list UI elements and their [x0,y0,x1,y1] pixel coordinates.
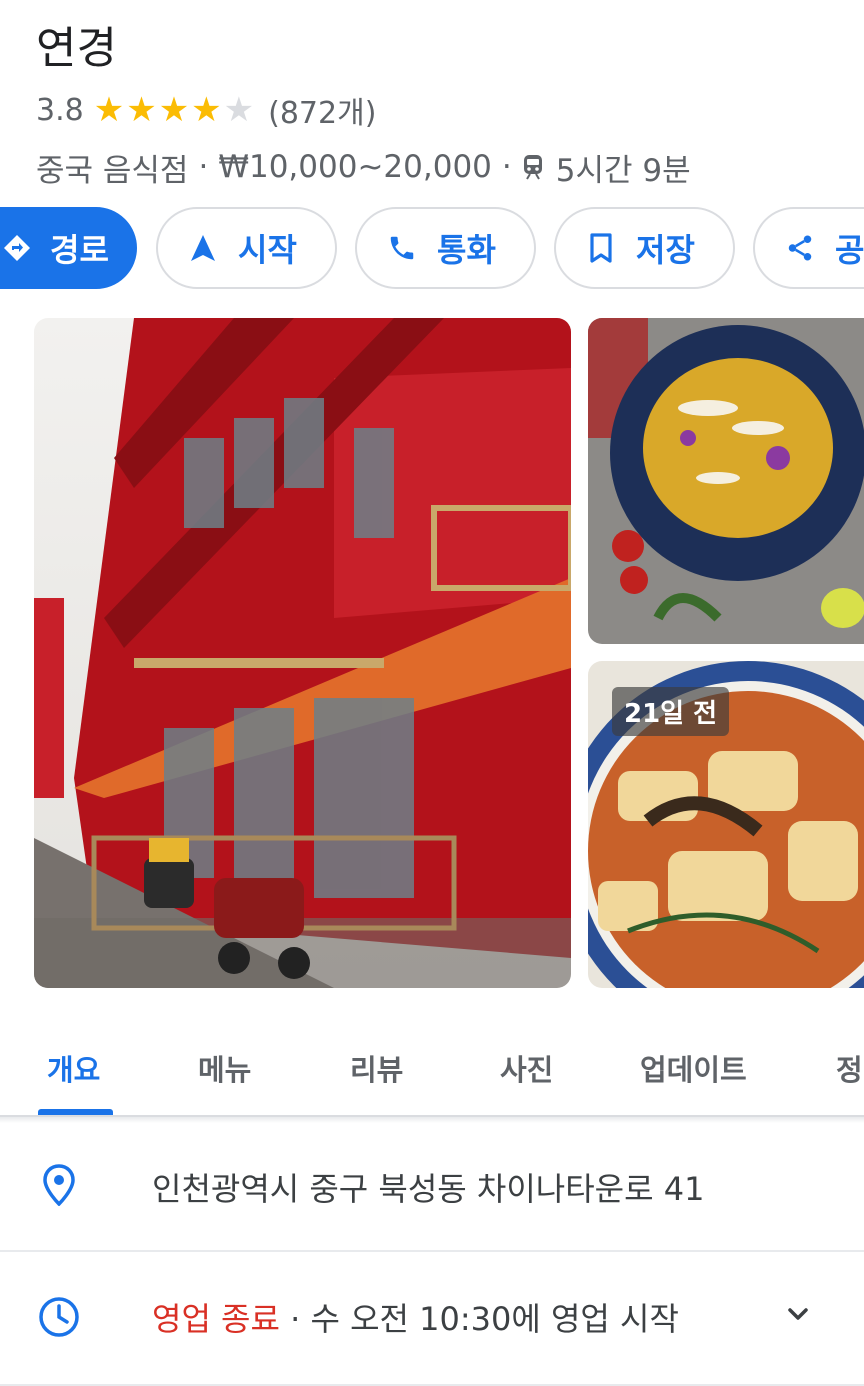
tab-bar: 개요 메뉴 리뷰 사진 업데이트 정 [0,1020,864,1116]
tab-updates[interactable]: 업데이트 [640,1020,747,1116]
separator-dot: · [198,149,209,185]
share-icon [783,231,817,265]
tab-reviews[interactable]: 리뷰 [350,1020,403,1116]
clock-icon [38,1296,80,1338]
star-filled-icon: ★ [126,90,157,130]
tab-menu[interactable]: 메뉴 [198,1020,251,1116]
hours-row[interactable]: 영업 종료 · 수 오전 10:30에 영업 시작 [0,1270,864,1362]
price-range: ₩10,000~20,000 [218,149,492,185]
hours-detail: · 수 오전 10:30에 영업 시작 [290,1300,679,1338]
train-icon [523,155,542,180]
directions-icon [2,231,32,265]
address-text: 인천광역시 중구 북성동 차이나타운로 41 [152,1170,705,1208]
photo-age-badge: 21일 전 [612,687,730,736]
bookmark-icon [584,231,618,265]
call-button[interactable]: 통화 [355,207,536,289]
category-label: 중국 음식점 [36,152,189,189]
photo-restaurant-exterior[interactable] [34,318,571,988]
location-pin-icon [38,1164,80,1206]
rating-row[interactable]: 3.8 ★ ★ ★ ★ ★ (872개) [36,88,376,132]
share-label: 공 [835,231,864,269]
tab-photos[interactable]: 사진 [500,1020,553,1116]
star-empty-icon: ★ [223,90,255,130]
review-count[interactable]: (872개) [268,88,376,132]
phone-icon [385,231,419,265]
address-row[interactable]: 인천광역시 중구 북성동 차이나타운로 41 [0,1140,864,1232]
place-title: 연경 [36,23,117,74]
chevron-down-icon[interactable] [784,1300,812,1328]
tab-info-partial[interactable]: 정 [836,1020,863,1116]
transit-time: 5시간 9분 [555,152,691,189]
start-label: 시작 [238,231,297,269]
hours-status: 영업 종료 [152,1300,280,1338]
call-label: 통화 [437,231,496,269]
share-button[interactable]: 공 [753,207,864,289]
hours-text: 영업 종료 · 수 오전 10:30에 영업 시작 [152,1294,679,1340]
star-filled-icon: ★ [191,90,222,130]
place-meta: 중국 음식점 · ₩10,000~20,000 · 5시간 9분 [36,144,691,190]
directions-button[interactable]: 경로 [0,207,137,289]
star-filled-icon: ★ [93,90,125,130]
star-filled-icon: ★ [158,90,190,130]
start-button[interactable]: 시작 [156,207,337,289]
action-chips: 경로 시작 통화 저장 공 [0,207,864,293]
directions-label: 경로 [50,231,109,269]
separator-dot: · [501,149,512,185]
row-divider [0,1250,864,1252]
navigation-arrow-icon [186,231,220,265]
tab-overview[interactable]: 개요 [47,1020,100,1116]
photo-food-dish[interactable] [588,318,864,644]
star-rating: ★ ★ ★ ★ ★ [94,93,256,127]
save-label: 저장 [636,231,695,269]
rating-value: 3.8 [36,92,84,128]
tabs-shadow [0,1117,864,1123]
save-button[interactable]: 저장 [554,207,735,289]
